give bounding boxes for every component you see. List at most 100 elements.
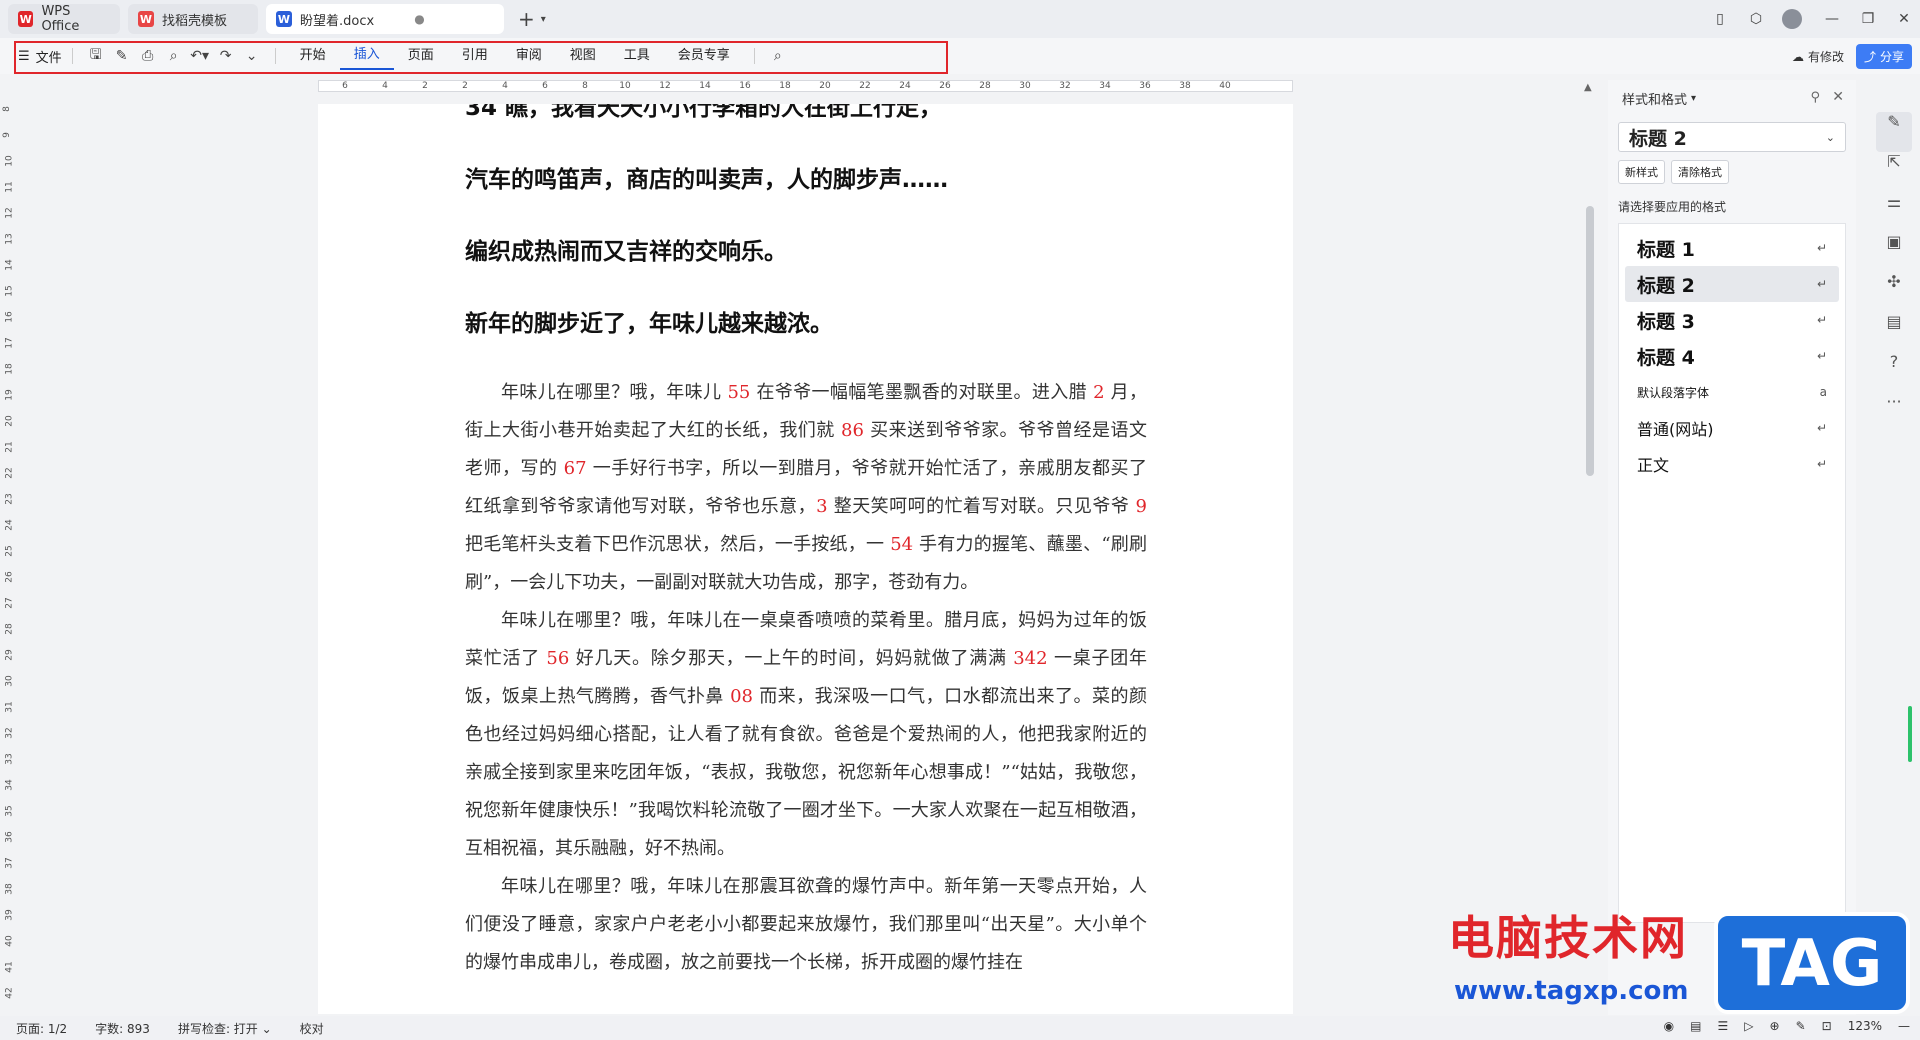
styles-panel-title[interactable]: 样式和格式 xyxy=(1622,89,1687,108)
save-icon[interactable]: 🖫 xyxy=(83,44,109,68)
document-body[interactable]: 34 瞧，我看天天小小行李箱的人在街上行走， 汽车的鸣笛声，商店的叫卖声，人的脚步… xyxy=(465,104,1147,982)
doc-paragraph[interactable]: 年味儿在哪里？哦，年味儿在一桌桌香喷喷的菜肴里。腊月底，妈妈为过年的饭菜忙活了 … xyxy=(465,602,1147,868)
inline-number: 2 xyxy=(1093,382,1105,403)
ruler-tick: 42 xyxy=(4,987,15,999)
write-view-icon[interactable]: ✎ xyxy=(1796,1019,1806,1033)
style-pen-icon[interactable]: ✎ xyxy=(1876,112,1912,152)
doc-paragraph[interactable]: 年味儿在哪里？哦，年味儿在那震耳欲聋的爆竹声中。新年第一天零点开始，人们便没了睡… xyxy=(465,868,1147,982)
ruler-tick: 37 xyxy=(4,857,15,869)
restore-icon[interactable]: ❐ xyxy=(1852,11,1884,27)
undo-icon[interactable]: ↶▾ xyxy=(187,48,213,64)
document-page[interactable]: 34 瞧，我看天天小小行李箱的人在街上行走， 汽车的鸣笛声，商店的叫卖声，人的脚步… xyxy=(318,104,1293,1014)
help-icon[interactable]: ? xyxy=(1876,352,1912,392)
adjust-icon[interactable]: ⚌ xyxy=(1876,192,1912,232)
style-item[interactable]: 标题 4 ↵ xyxy=(1625,338,1839,374)
style-item[interactable]: 普通(网站) ↵ xyxy=(1625,410,1839,446)
print-preview-icon[interactable]: ⌕ xyxy=(161,48,187,64)
text-run: 而来，我深吸一口气，口水都流出来了。菜的颜色也经过妈妈细心搭配，让人看了就有食欲… xyxy=(465,686,1147,859)
ruler-tick: 12 xyxy=(659,81,671,91)
layout-icon[interactable]: ▯ xyxy=(1704,11,1736,27)
tab-0[interactable]: W WPS Office xyxy=(8,4,120,34)
play-icon[interactable]: ▷ xyxy=(1744,1019,1753,1033)
proofread-button[interactable]: 校对 xyxy=(300,1020,324,1037)
style-item[interactable]: 标题 2 ↵ xyxy=(1625,266,1839,302)
docer-logo-icon: W xyxy=(138,11,154,27)
redo-icon[interactable]: ↷ xyxy=(213,48,239,64)
clear-format-button[interactable]: 清除格式 xyxy=(1671,160,1729,184)
ruler-tick: 9 xyxy=(1,132,12,138)
close-window-icon[interactable]: ✕ xyxy=(1888,11,1920,27)
text-run: 在爷爷一幅幅笔墨飘香的对联里。进入腊 xyxy=(750,382,1094,403)
book-icon[interactable]: ▤ xyxy=(1876,312,1912,352)
style-item[interactable]: 标题 1 ↵ xyxy=(1625,230,1839,266)
tab-close-icon[interactable]: ● xyxy=(414,12,424,26)
style-item[interactable]: 正文 ↵ xyxy=(1625,446,1839,482)
avatar[interactable] xyxy=(1782,9,1802,29)
doc-heading[interactable]: 编织成热闹而又吉祥的交响乐。 xyxy=(465,216,1147,288)
ruler-tick: 4 xyxy=(382,81,388,91)
doc-heading[interactable]: 新年的脚步近了，年味儿越来越浓。 xyxy=(465,288,1147,360)
web-view-icon[interactable]: ⊕ xyxy=(1770,1019,1780,1033)
zoom-level[interactable]: 123% xyxy=(1848,1019,1882,1033)
select-cursor-icon[interactable]: ⇱ xyxy=(1876,152,1912,192)
ruler-tick: 8 xyxy=(582,81,588,91)
menu-tab-1[interactable]: 插入 xyxy=(339,42,394,70)
word-count[interactable]: 字数: 893 xyxy=(95,1020,150,1037)
doc-heading[interactable]: 汽车的鸣笛声，商店的叫卖声，人的脚步声…… xyxy=(465,144,1147,216)
ruler-tick: 32 xyxy=(4,727,15,739)
menu-tab-3[interactable]: 引用 xyxy=(448,42,502,70)
more-icon[interactable]: ··· xyxy=(1876,392,1912,432)
paragraph-mark-icon: ↵ xyxy=(1816,241,1827,255)
eye-icon[interactable]: ◉ xyxy=(1664,1019,1674,1033)
new-tab-button[interactable]: + xyxy=(518,7,535,31)
doc-paragraph[interactable]: 年味儿在哪里？哦，年味儿 55 在爷爷一幅幅笔墨飘香的对联里。进入腊 2 月，街… xyxy=(465,374,1147,602)
tab-list-dropdown-icon[interactable]: ▾ xyxy=(541,14,546,25)
more-chevron-icon[interactable]: ⌄ xyxy=(239,48,265,64)
cube-icon[interactable]: ⬡ xyxy=(1740,11,1772,27)
ruler-tick: 30 xyxy=(4,675,15,687)
close-icon[interactable]: ✕ xyxy=(1832,89,1844,105)
revise-button[interactable]: ☁ 有修改 xyxy=(1792,48,1844,65)
page-view-icon[interactable]: ▤ xyxy=(1690,1019,1701,1033)
menu-tab-6[interactable]: 工具 xyxy=(610,42,664,70)
ruler-tick: 38 xyxy=(4,883,15,895)
doc-heading[interactable]: 34 瞧，我看天天小小行李箱的人在街上行走， xyxy=(465,104,1147,144)
vertical-ruler[interactable]: 8 9 10 11 12 13 14 15 16 17 18 19 20 21 22 23 24 25 26 27 28… xyxy=(1,104,18,1014)
pen-icon[interactable]: ✎ xyxy=(109,48,135,64)
ruler-tick: 13 xyxy=(4,233,15,245)
share-button[interactable]: ⤴ 分享 xyxy=(1855,44,1912,69)
menu-tab-4[interactable]: 审阅 xyxy=(502,42,556,70)
file-menu[interactable]: ☰ 文件 xyxy=(18,47,62,66)
menu-tab-5[interactable]: 视图 xyxy=(556,42,610,70)
menu-tab-7[interactable]: 会员专享 xyxy=(664,42,744,70)
style-item[interactable]: 标题 3 ↵ xyxy=(1625,302,1839,338)
tab-1[interactable]: W 找稻壳模板 xyxy=(128,4,258,34)
style-item[interactable]: 默认段落字体 a xyxy=(1625,374,1839,410)
tab-2[interactable]: W 盼望着.docx ● xyxy=(266,4,504,34)
horizontal-ruler[interactable]: 6 4 2 2 4 6 8 10 12 14 16 18 20 22 24 26 28 30 32 34 36 38 40 xyxy=(318,80,1293,92)
style-list: 标题 1 ↵ 标题 2 ↵ 标题 3 ↵ 标题 4 ↵ 默认段落字体 a 普通(网站) ↵ 正文 ↵ xyxy=(1618,223,1846,923)
image-edit-icon[interactable]: ▣ xyxy=(1876,232,1912,272)
ruler-tick: 26 xyxy=(939,81,951,91)
search-icon[interactable]: ⌕ xyxy=(765,48,791,64)
text-run: 年味儿在哪里？哦，年味儿 xyxy=(501,382,728,403)
outline-view-icon[interactable]: ☰ xyxy=(1718,1019,1729,1033)
fit-icon[interactable]: ⊡ xyxy=(1822,1019,1832,1033)
new-style-button[interactable]: 新样式 xyxy=(1618,160,1665,184)
scroll-up-icon[interactable]: ▲ xyxy=(1584,82,1592,93)
spell-check-toggle[interactable]: 拼写检查: 打开 ⌄ xyxy=(178,1020,272,1037)
print-icon[interactable]: ⎙ xyxy=(135,48,161,64)
vertical-scrollbar[interactable] xyxy=(1586,206,1594,476)
ruler-tick: 40 xyxy=(4,935,15,947)
menu-tab-2[interactable]: 页面 xyxy=(394,42,448,70)
current-style-select[interactable]: 标题 2 ⌄ xyxy=(1618,122,1846,152)
pin-icon[interactable]: ⚲ xyxy=(1810,90,1820,105)
styles-panel: 样式和格式 ▾ ⚲ ✕ 标题 2 ⌄ 新样式 清除格式 请选择要应用的格式 标题… xyxy=(1608,80,1856,1015)
zoom-out-icon[interactable]: — xyxy=(1898,1019,1910,1033)
menu-tab-0[interactable]: 开始 xyxy=(286,42,340,70)
page-indicator[interactable]: 页面: 1/2 xyxy=(16,1020,67,1037)
tools-icon[interactable]: ✣ xyxy=(1876,272,1912,312)
chevron-down-icon[interactable]: ▾ xyxy=(1691,93,1696,104)
minimize-icon[interactable]: — xyxy=(1816,11,1848,27)
ruler-tick: 29 xyxy=(4,649,15,661)
